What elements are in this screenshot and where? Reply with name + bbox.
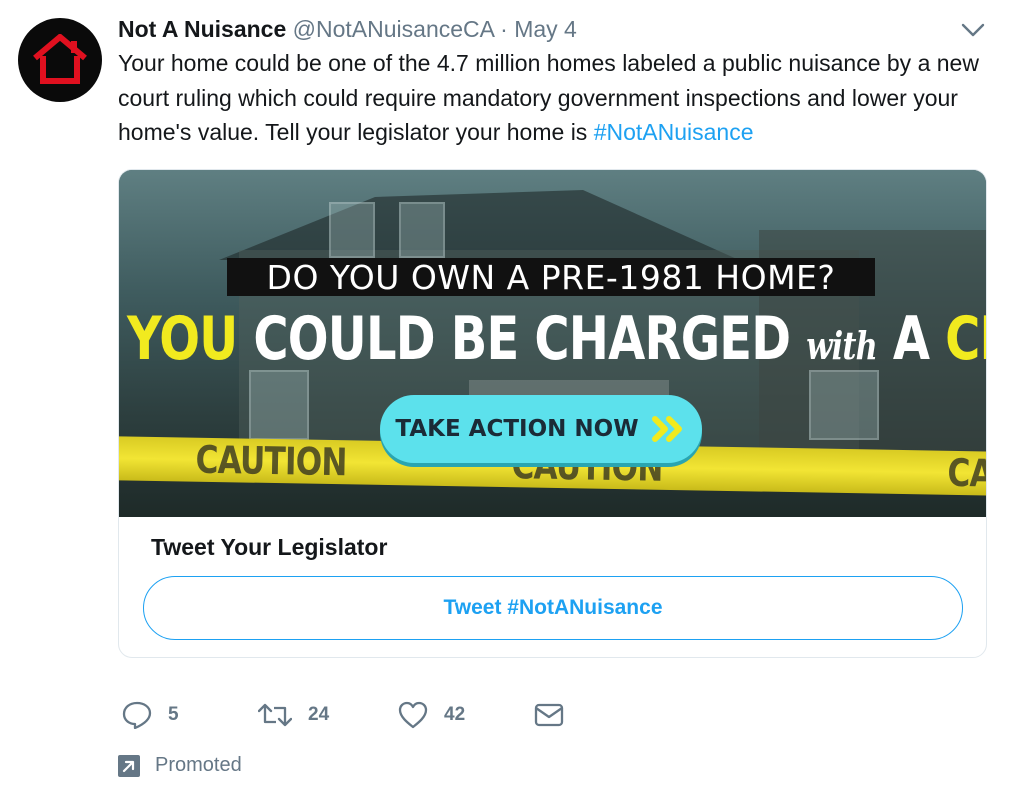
tweet-actions: 5 24 42 [118,696,718,734]
retweet-action[interactable]: 24 [258,696,329,734]
like-count: 42 [444,704,466,725]
retweet-icon [258,703,292,727]
headline-crime: CRIME. [945,304,986,374]
double-chevron-right-icon [651,416,682,442]
house-window [329,202,375,258]
headline-could-be-charged: COULD BE CHARGED [253,304,791,374]
headline-text: DO YOU OWN A PRE-1981 HOME? [266,257,836,297]
headline-with: with [806,323,877,368]
tweet-date[interactable]: May 4 [514,16,577,42]
like-action[interactable]: 42 [398,696,465,734]
caution-word: CAUTION [947,450,987,496]
headline-you: YOU [127,304,238,374]
crime-headline: YOU COULD BE CHARGED with A CRIME. [127,302,986,383]
user-handle[interactable]: @NotANuisanceCA [293,16,494,42]
hashtag-link[interactable]: #NotANuisance [594,119,754,145]
avatar[interactable] [18,18,102,102]
card-title: Tweet Your Legislator [151,534,388,560]
reply-count: 5 [168,704,179,725]
tweet-body: Your home could be one of the 4.7 millio… [118,50,979,145]
retweet-count: 24 [308,704,330,725]
house-logo-icon [33,34,87,84]
headline-a: A [892,304,930,374]
promoted-arrow-icon [118,754,140,777]
caution-word: CAUTION [195,437,347,485]
card-image[interactable]: DO YOU OWN A PRE-1981 HOME? YOU COULD BE… [119,170,987,517]
direct-message-action[interactable] [534,696,564,734]
house-window [399,202,445,258]
display-name[interactable]: Not A Nuisance [118,16,286,42]
take-action-button[interactable]: TAKE ACTION NOW [380,395,702,463]
promoted-label: Promoted [118,754,242,777]
tweet-header: Not A Nuisance @NotANuisanceCA · May 4 [118,14,577,44]
reply-icon [122,701,152,729]
tweet-hashtag-button[interactable]: Tweet #NotANuisance [143,576,963,640]
promoted-text: Promoted [155,754,242,776]
take-action-label: TAKE ACTION NOW [395,416,639,442]
direct-message-icon [534,703,564,727]
ad-card: DO YOU OWN A PRE-1981 HOME? YOU COULD BE… [118,169,987,658]
tweet-text: Your home could be one of the 4.7 millio… [118,46,998,150]
chevron-down-icon[interactable] [960,20,986,40]
like-icon [398,701,428,729]
separator-dot: · [500,16,508,42]
reply-action[interactable]: 5 [122,696,179,734]
headline-banner: DO YOU OWN A PRE-1981 HOME? [227,257,875,297]
